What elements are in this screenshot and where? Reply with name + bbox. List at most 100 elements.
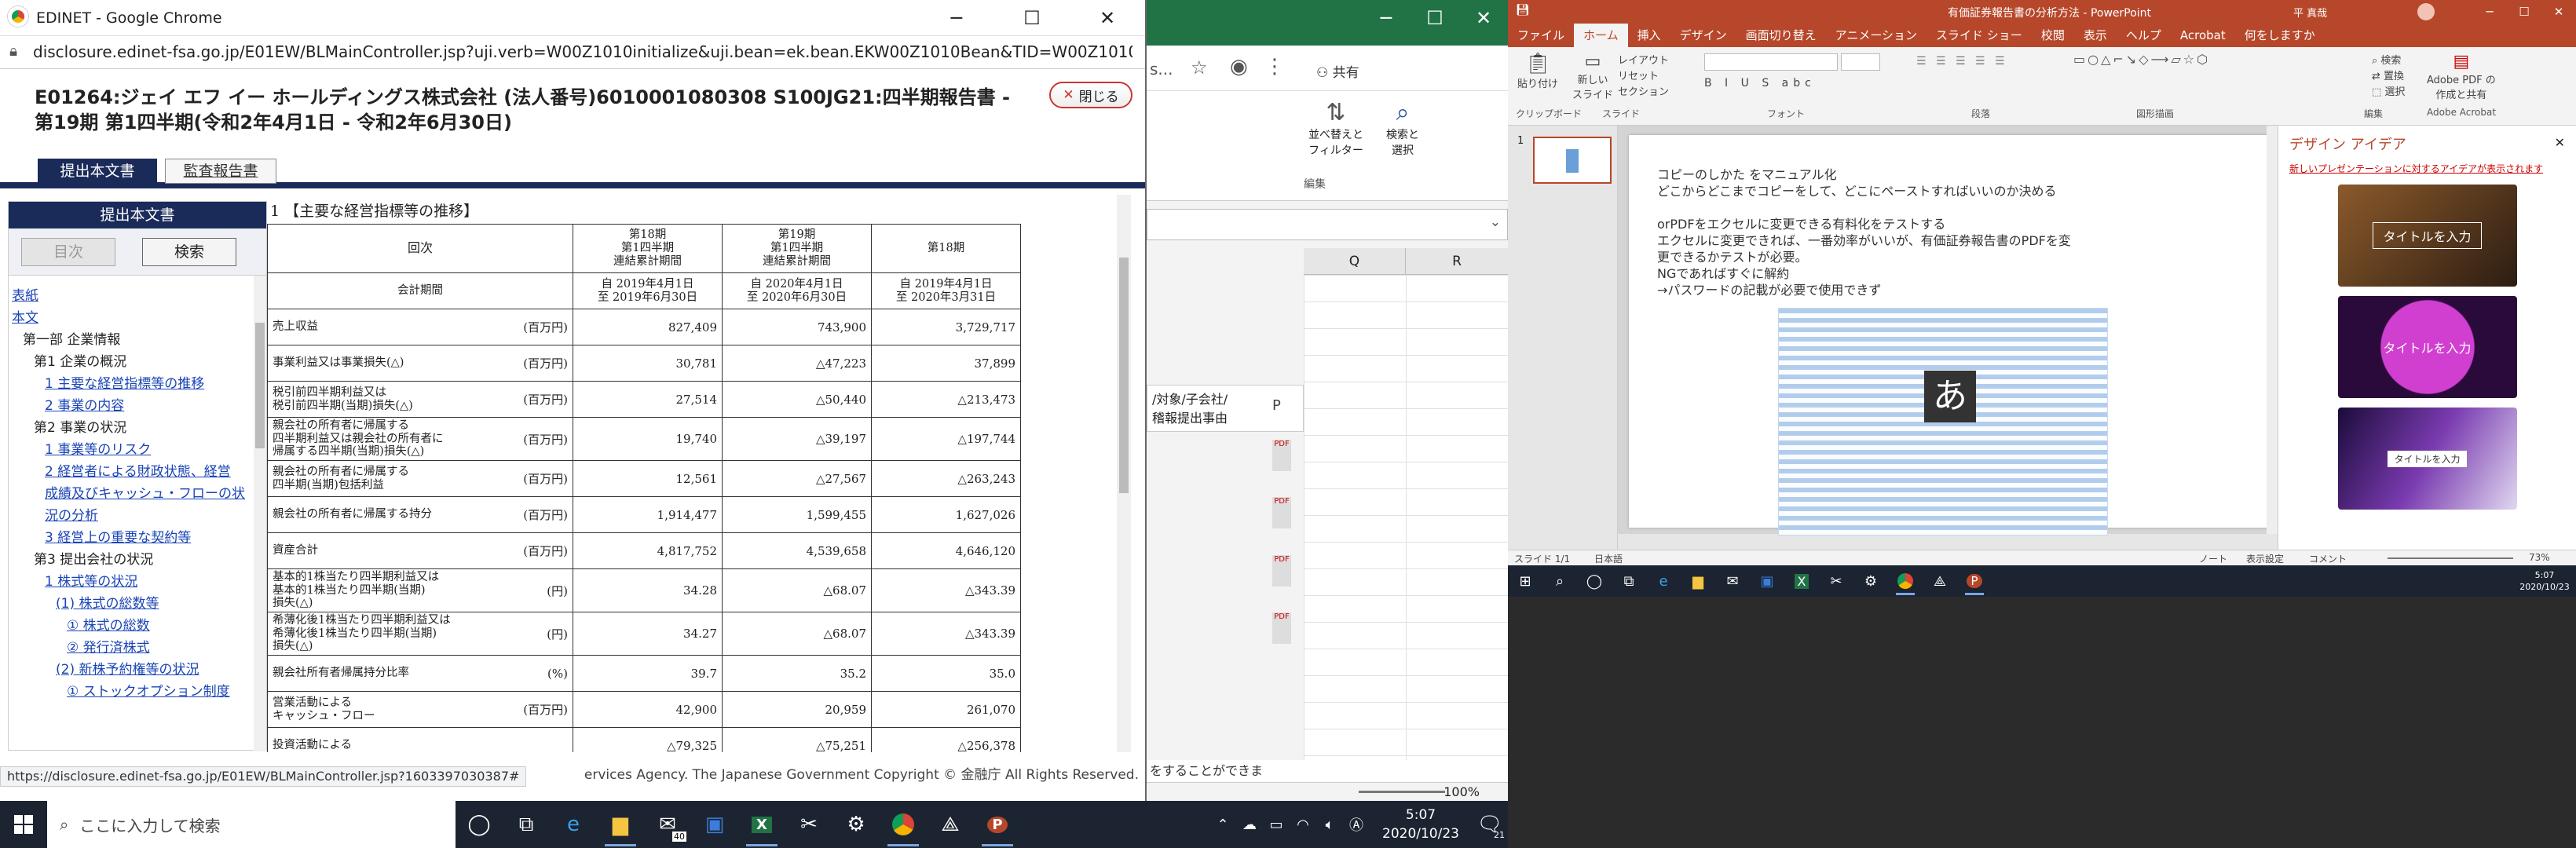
outlook-icon[interactable]: ▣ (691, 801, 738, 848)
slide-scrollbar[interactable] (2267, 126, 2278, 534)
chrome-taskbar-icon[interactable] (880, 801, 927, 848)
slide[interactable]: コピーのしかた をマニュアル化 どこからどこまでコピーをして、どこにペーストすれば… (1629, 135, 2270, 535)
pdf-icon[interactable]: PDF (1272, 612, 1291, 644)
excel-taskbar-icon[interactable]: X (738, 801, 785, 848)
font-size-field[interactable] (1841, 53, 1880, 71)
display-settings-button[interactable]: 表示設定 (2246, 552, 2284, 565)
close-icon[interactable]: ✕ (2541, 0, 2576, 24)
ppt-tab[interactable]: ヘルプ (2117, 24, 2171, 47)
scroll-thumb[interactable] (255, 323, 265, 448)
edge-icon[interactable]: e (550, 801, 597, 848)
acrobat-icon[interactable]: ⟁ (1923, 565, 1957, 597)
menu-icon[interactable]: ⋮ (1264, 55, 1285, 79)
new-slide-button[interactable]: ▭ 新しい スライド (1572, 52, 1613, 101)
slide-thumbnail[interactable] (1533, 137, 1612, 184)
sort-filter-button[interactable]: ⇅ 並べ替えと フィルター (1301, 99, 1371, 158)
ppt-tab[interactable]: アニメーション (1826, 24, 1927, 47)
paragraph-buttons[interactable]: ☰ ☰ ☰ ☰ ☰ (1916, 55, 2008, 68)
ppt-tab[interactable]: Acrobat (2171, 24, 2235, 47)
toc-item[interactable]: 1 主要な経営指標等の推移 (12, 373, 255, 395)
avatar[interactable] (2417, 3, 2435, 20)
ppt-tab[interactable]: 表示 (2074, 24, 2117, 47)
column-header-r[interactable]: R (1406, 248, 1508, 274)
acrobat-icon[interactable]: ⟁ (927, 801, 974, 848)
design-card-3[interactable]: タイトルを入力 (2337, 408, 2517, 510)
design-card-1[interactable]: タイトルを入力 (2337, 185, 2517, 287)
replace-button[interactable]: ⇄ 置換 (2372, 68, 2404, 82)
toc-item[interactable]: 表紙 (12, 285, 255, 307)
tab-submitted-document[interactable]: 提出本文書 (38, 159, 157, 184)
maximize-icon[interactable]: ☐ (1411, 0, 1459, 36)
tab-audit-report[interactable]: 監査報告書 (165, 159, 276, 184)
task-view-icon[interactable]: ⧉ (503, 801, 550, 848)
taskbar-clock[interactable]: 5:07 2020/10/23 (1370, 806, 1472, 843)
font-format-buttons[interactable]: B I U S abc (1704, 77, 1816, 90)
close-document-button[interactable]: ✕ 閉じる (1049, 82, 1132, 108)
cloud-icon[interactable]: ☁ (1236, 801, 1263, 848)
powerpoint-taskbar-icon[interactable]: P (974, 801, 1021, 848)
file-explorer-icon[interactable]: ▆ (1681, 565, 1715, 597)
notification-icon[interactable]: 🗨︎ 21 (1472, 801, 1508, 848)
toc-item[interactable]: 成績及びキャッシュ・フローの状 (12, 483, 255, 505)
mail-icon[interactable]: ✉ 40 (644, 801, 691, 848)
content-scrollbar[interactable] (1117, 195, 1131, 752)
font-name-field[interactable] (1704, 53, 1838, 71)
reset-button[interactable]: リセット (1618, 68, 1659, 82)
formula-bar[interactable]: ⌄ (1147, 209, 1508, 240)
toc-item[interactable]: 2 経営者による財政状態、経営 (12, 461, 255, 483)
file-explorer-icon[interactable]: ▆ (597, 801, 644, 848)
toc-item[interactable]: 1 事業等のリスク (12, 439, 255, 461)
toc-item[interactable]: 本文 (12, 307, 255, 329)
sidebar-scrollbar[interactable] (254, 276, 266, 751)
save-icon[interactable]: 💾︎ (1516, 4, 1530, 16)
toc-item[interactable]: (1) 株式の総数等 (12, 593, 255, 615)
ppt-tab[interactable]: 挿入 (1628, 24, 1670, 47)
toc-item[interactable]: ① ストックオプション制度 (12, 681, 255, 703)
ppt-tab[interactable]: ファイル (1508, 24, 1574, 47)
windows-start-icon[interactable]: ⊞ (1508, 565, 1542, 597)
zoom-slider[interactable] (2388, 557, 2513, 559)
column-header-q[interactable]: Q (1304, 248, 1406, 274)
star-icon[interactable]: ☆ (1191, 57, 1208, 79)
network-icon[interactable]: ▭ (1263, 801, 1290, 848)
settings-icon[interactable]: ⚙ (832, 801, 880, 848)
maximize-icon[interactable]: ☐ (2507, 0, 2541, 24)
design-card-2[interactable]: タイトルを入力 (2337, 296, 2517, 398)
url-text[interactable]: disclosure.edinet-fsa.go.jp/E01EW/BLMain… (33, 42, 1132, 61)
toc-item[interactable]: 2 事業の内容 (12, 395, 255, 417)
scroll-thumb[interactable] (1119, 258, 1129, 493)
toc-item[interactable]: ① 株式の総数 (12, 615, 255, 637)
find-select-button[interactable]: ⌕ 検索と 選択 (1371, 99, 1434, 158)
select-button[interactable]: ⬚ 選択 (2372, 83, 2405, 98)
comments-button[interactable]: コメント (2309, 552, 2347, 565)
ppt-tab[interactable]: 画面切り替え (1736, 24, 1826, 47)
windows-start-icon[interactable] (0, 801, 47, 848)
task-view-icon[interactable]: ⧉ (1612, 565, 1646, 597)
ppt-tab[interactable]: ホーム (1574, 24, 1628, 47)
cortana-icon[interactable]: ◯ (1577, 565, 1612, 597)
excel-taskbar-icon[interactable]: X (1784, 565, 1819, 597)
minimize-icon[interactable]: ─ (2472, 0, 2507, 24)
minimize-icon[interactable]: ─ (919, 0, 994, 36)
wifi-icon[interactable]: ◠ (1290, 801, 1316, 848)
toc-button[interactable]: 目次 (21, 238, 115, 266)
toc-item[interactable]: ② 発行済株式 (12, 637, 255, 659)
section-button[interactable]: セクション (1618, 83, 1669, 98)
address-bar[interactable]: 🔒︎ disclosure.edinet-fsa.go.jp/E01EW/BLM… (0, 36, 1145, 69)
slide-text-box[interactable]: コピーのしかた をマニュアル化 どこからどこまでコピーをして、どこにペーストすれば… (1657, 166, 2071, 298)
edge-icon[interactable]: e (1646, 565, 1681, 597)
zoom-slider[interactable] (1359, 791, 1445, 793)
ppt-tab[interactable]: デザイン (1670, 24, 1736, 47)
snip-icon[interactable]: ✂ (1819, 565, 1853, 597)
excel-grid[interactable] (1304, 275, 1508, 762)
share-button[interactable]: ⚇ 共有 (1316, 61, 1359, 81)
notes-button[interactable]: ノート (2199, 552, 2227, 565)
search-icon[interactable]: ⌕ (1542, 565, 1577, 597)
status-language[interactable]: 日本語 (1594, 552, 1623, 565)
find-button[interactable]: ⌕ 検索 (2372, 52, 2401, 67)
design-note-link[interactable]: 新しいプレゼンテーションに対するアイデアが表示されます (2278, 162, 2576, 175)
secondary-clock[interactable]: 5:07 2020/10/23 (2513, 569, 2576, 593)
ppt-tab[interactable]: 校閲 (2032, 24, 2074, 47)
ime-icon[interactable]: Ⓐ (1343, 801, 1370, 848)
maximize-icon[interactable]: ☐ (994, 0, 1070, 36)
